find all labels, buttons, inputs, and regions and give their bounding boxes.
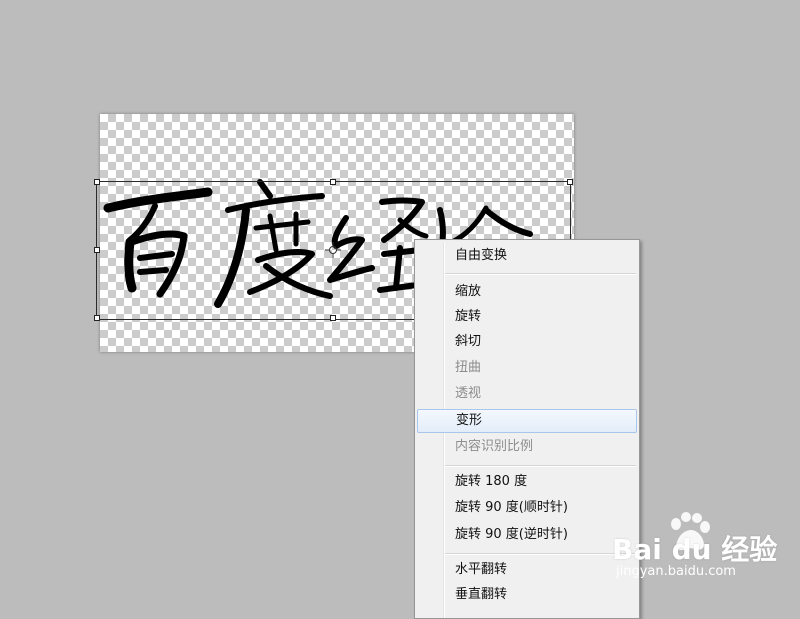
menu-item-skew[interactable]: 斜切 [417,330,637,354]
baidu-jingyan-watermark: Bai du 经验 jingyan.baidu.com [612,512,792,584]
menu-item-rotate-90-ccw[interactable]: 旋转 90 度(逆时针) [417,523,637,547]
menu-item-distort: 扭曲 [455,360,482,375]
menu-item-flip-horizontal[interactable]: 水平翻转 [417,558,637,582]
menu-separator [445,553,636,555]
watermark-url: jingyan.baidu.com [616,564,736,579]
menu-item-rotate[interactable]: 旋转 [417,305,637,329]
handle-middle-left[interactable] [94,247,100,253]
handle-bottom-left[interactable] [94,315,100,321]
menu-item-perspective: 透视 [455,386,482,401]
menu-item-warp[interactable]: 变形 [417,409,637,433]
menu-separator [445,465,636,467]
handle-top-right[interactable] [567,179,573,185]
handle-bottom-middle[interactable] [330,315,336,321]
menu-item-scale[interactable]: 缩放 [417,280,637,304]
pivot-point-icon[interactable] [325,242,341,258]
menu-item-flip-vertical[interactable]: 垂直翻转 [417,583,637,607]
menu-item-free-transform[interactable]: 自由变换 [417,244,637,268]
watermark-brand: Bai du 经验 [612,533,778,566]
menu-separator [445,273,636,275]
menu-item-rotate-90-cw[interactable]: 旋转 90 度(顺时针) [417,496,637,520]
menu-item-rotate-180[interactable]: 旋转 180 度 [417,470,637,494]
transform-context-menu: 自由变换 缩放 旋转 斜切 扭曲 透视 变形 内容识别比例 旋转 180 度 旋… [414,239,640,619]
handle-top-left[interactable] [94,179,100,185]
menu-item-content-aware-scale: 内容识别比例 [455,439,534,454]
handle-top-middle[interactable] [330,179,336,185]
